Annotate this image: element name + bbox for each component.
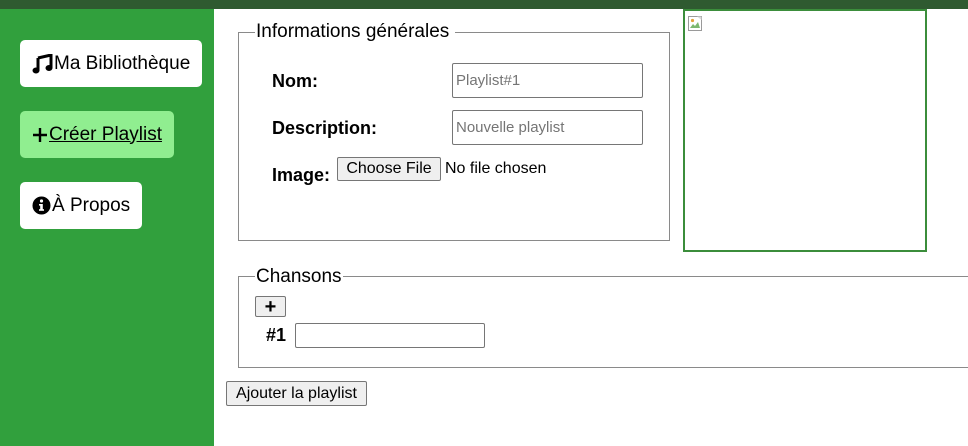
description-input[interactable]: Nouvelle playlist [452,110,643,145]
songs-legend-line-left [238,276,255,277]
name-label: Nom: [272,71,318,91]
sidebar-item-label: Créer Playlist [49,123,162,145]
sidebar-item-library[interactable]: Ma Bibliothèque [20,40,203,87]
description-label: Description: [272,118,378,138]
sidebar: Ma Bibliothèque Créer Playlist À Propos [0,9,214,446]
name-input-placeholder: Playlist#1 [456,72,521,89]
description-input-placeholder: Nouvelle playlist [456,119,565,136]
song-input[interactable] [295,323,485,348]
plus-icon [32,127,48,143]
sidebar-item-label: À Propos [52,194,131,216]
name-input[interactable]: Playlist#1 [452,63,643,98]
song-number: #1 [266,325,287,345]
info-legend: Informations générales [256,21,450,42]
songs-legend: Chansons [256,266,342,287]
broken-image-icon [688,16,704,32]
top-bar [0,0,968,9]
info-circle-icon [32,196,51,215]
songs-legend-line-right [343,276,968,277]
info-legend-line-right [455,32,670,33]
songs-fieldset-border [238,276,968,368]
file-status-text: No file chosen [445,160,547,177]
image-label: Image: [272,165,331,185]
image-preview [683,9,927,252]
info-legend-line-left [238,32,255,33]
music-note-icon [32,53,53,74]
add-playlist-button[interactable]: Ajouter la playlist [226,381,367,406]
choose-file-button[interactable]: Choose File [337,157,441,181]
add-song-button[interactable]: + [255,296,286,317]
sidebar-item-about[interactable]: À Propos [20,182,143,229]
sidebar-item-create-playlist[interactable]: Créer Playlist [20,111,174,158]
sidebar-item-label: Ma Bibliothèque [54,52,191,74]
